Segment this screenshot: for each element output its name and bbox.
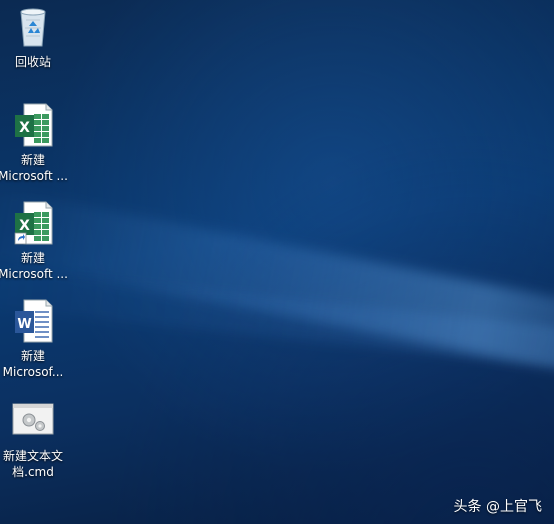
desktop-icon-excel-file[interactable]: X 新建 Microsoft ... bbox=[0, 102, 70, 184]
watermark-text: 头条 @上官飞 bbox=[453, 499, 542, 515]
word-file-label-line1: 新建 bbox=[20, 349, 45, 363]
excel-file-label-line1: 新建 bbox=[20, 153, 45, 167]
desktop-icon-cmd-file[interactable]: 新建文本文 档.cmd bbox=[0, 398, 70, 480]
excel-shortcut-icon: X bbox=[14, 201, 53, 245]
svg-text:X: X bbox=[19, 120, 30, 136]
excel-file-label-line2: Microsoft ... bbox=[0, 169, 68, 183]
recycle-bin-icon bbox=[20, 8, 46, 47]
word-file-label-line2: Microsof... bbox=[2, 365, 64, 379]
cmd-gears-icon bbox=[12, 403, 54, 435]
recycle-bin-label: 回收站 bbox=[14, 55, 51, 69]
cmd-file-label-line1: 新建文本文 bbox=[2, 449, 63, 463]
excel-shortcut-label-line2: Microsoft ... bbox=[0, 267, 68, 281]
excel-shortcut-label-line1: 新建 bbox=[20, 251, 45, 265]
cmd-file-label-line2: 档.cmd bbox=[12, 465, 54, 479]
word-icon: W bbox=[15, 299, 53, 343]
excel-icon: X bbox=[15, 103, 53, 147]
desktop-icon-word-file[interactable]: W 新建 Microsof... bbox=[0, 298, 70, 380]
desktop-icon-recycle-bin[interactable]: 回收站 bbox=[0, 4, 70, 70]
svg-text:X: X bbox=[19, 218, 30, 234]
desktop-icon-excel-shortcut[interactable]: X 新建 Microsoft ... bbox=[0, 200, 70, 282]
svg-text:W: W bbox=[17, 317, 31, 332]
